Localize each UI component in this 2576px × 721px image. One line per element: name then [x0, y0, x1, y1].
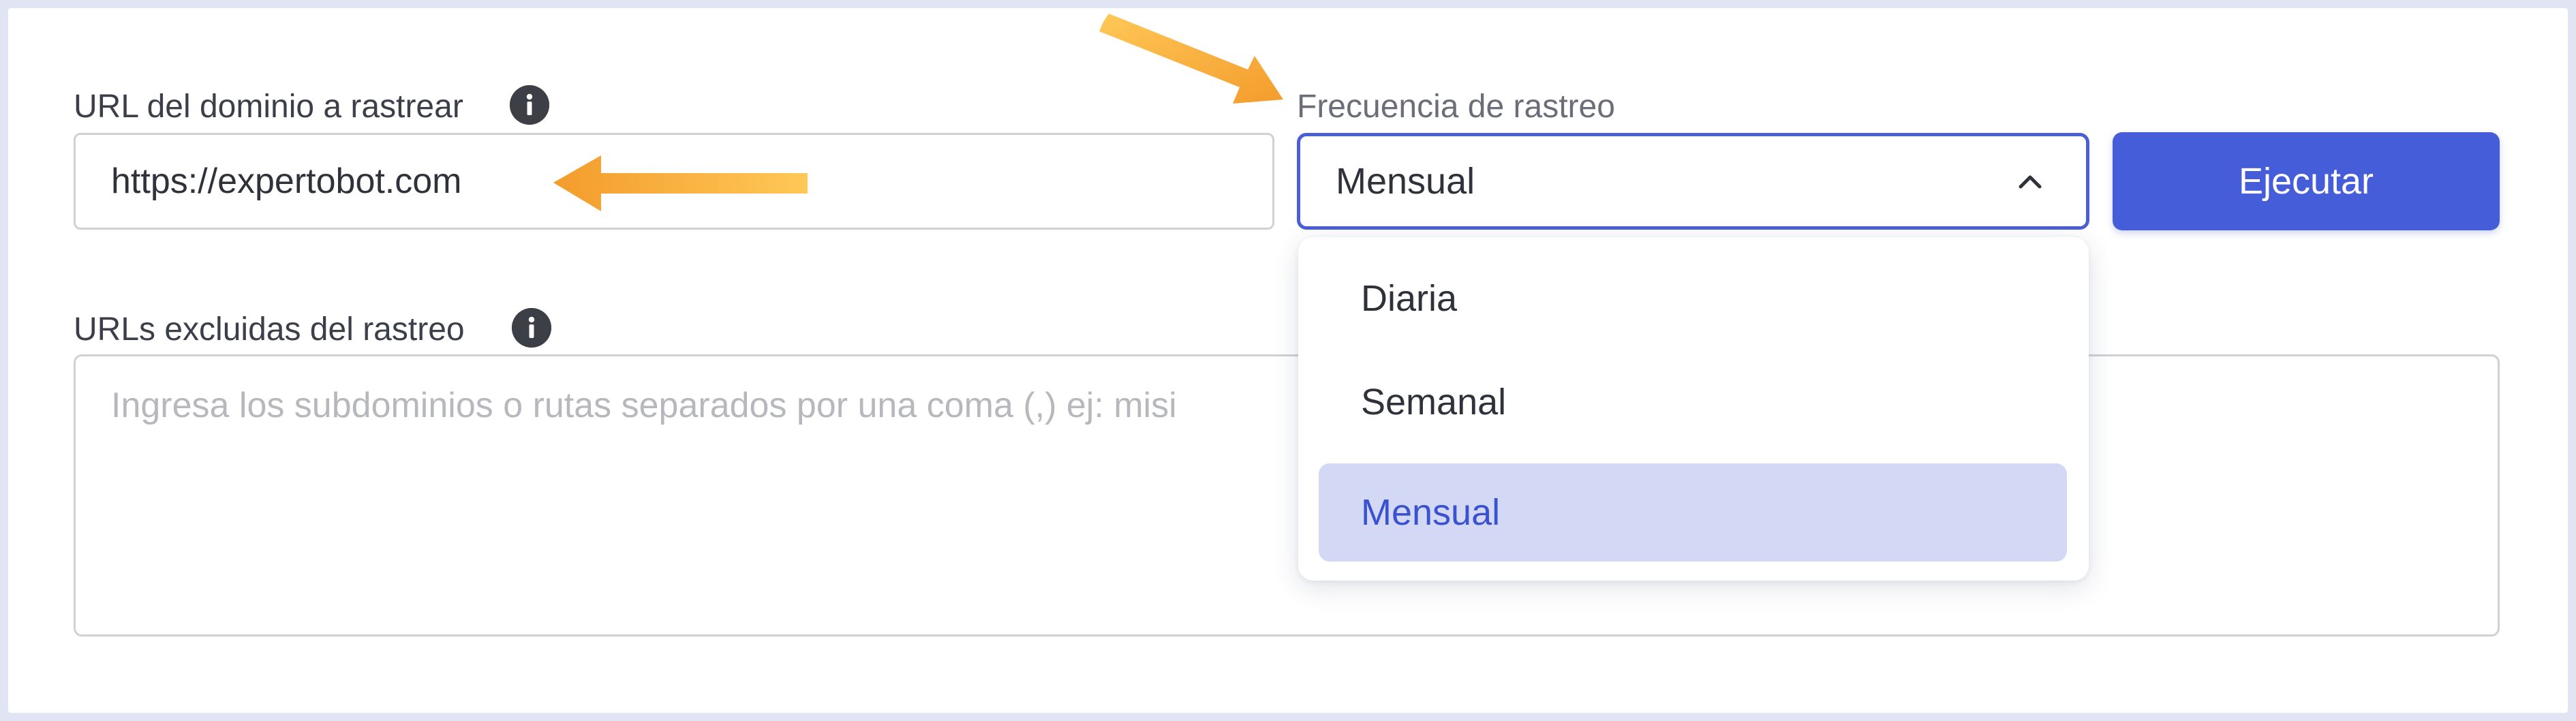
- info-icon[interactable]: [510, 85, 549, 125]
- frequency-label: Frecuencia de rastreo: [1297, 89, 1615, 125]
- excluded-urls-label: URLs excluidas del rastreo: [74, 311, 465, 348]
- chevron-up-icon: [2019, 175, 2042, 189]
- arrow-annotation-icon: [1099, 14, 1283, 104]
- frequency-select[interactable]: Mensual: [1297, 133, 2089, 230]
- info-icon[interactable]: [512, 308, 551, 348]
- excluded-urls-textarea[interactable]: [74, 354, 2500, 636]
- frequency-selected-value: Mensual: [1336, 161, 1475, 202]
- arrow-annotation-icon: [553, 155, 808, 211]
- run-button[interactable]: Ejecutar: [2113, 132, 2500, 230]
- option-diaria[interactable]: Diaria: [1319, 249, 2067, 348]
- frequency-dropdown-menu: Diaria Semanal Mensual: [1298, 237, 2089, 581]
- domain-url-label: URL del dominio a rastrear: [74, 89, 463, 125]
- option-semanal[interactable]: Semanal: [1319, 353, 2067, 451]
- option-mensual[interactable]: Mensual: [1319, 463, 2067, 562]
